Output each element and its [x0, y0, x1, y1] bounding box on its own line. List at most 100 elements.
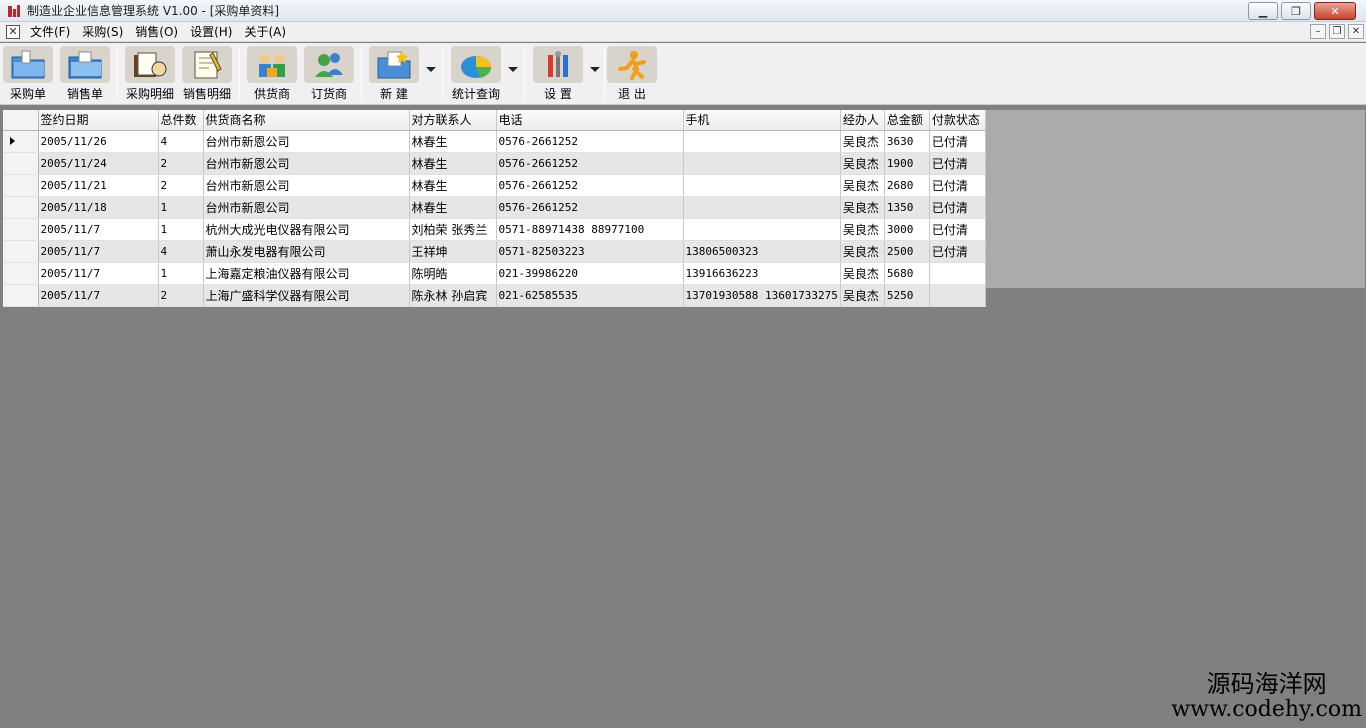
row-indicator[interactable] — [3, 174, 39, 197]
column-header[interactable]: 对方联系人 — [409, 110, 497, 131]
table-cell[interactable]: 13916636223 — [683, 262, 841, 285]
new-button[interactable]: 新 建 — [366, 46, 422, 102]
table-cell[interactable]: 0576-2661252 — [496, 152, 684, 175]
sales-detail-button[interactable]: 销售明细 — [179, 46, 235, 102]
menu-about[interactable]: 关于(A) — [238, 23, 292, 40]
table-cell[interactable]: 吴良杰 — [840, 130, 885, 153]
table-cell[interactable]: 已付清 — [929, 218, 986, 241]
column-header[interactable]: 手机 — [683, 110, 841, 131]
statistics-dropdown-arrow-icon[interactable] — [508, 67, 518, 72]
table-cell[interactable]: 林春生 — [409, 196, 497, 219]
row-indicator[interactable] — [3, 284, 39, 307]
settings-button[interactable]: 设 置 — [530, 46, 586, 102]
table-cell[interactable]: 上海广盛科学仪器有限公司 — [203, 284, 410, 307]
row-indicator[interactable] — [3, 152, 39, 175]
table-cell[interactable]: 上海嘉定粮油仪器有限公司 — [203, 262, 410, 285]
table-cell[interactable]: 吴良杰 — [840, 284, 885, 307]
table-cell[interactable]: 林春生 — [409, 130, 497, 153]
mdi-minimize-button[interactable]: – — [1310, 24, 1326, 39]
table-cell[interactable]: 5250 — [884, 284, 930, 307]
row-indicator[interactable] — [3, 130, 39, 153]
table-cell[interactable]: 台州市新恩公司 — [203, 130, 410, 153]
table-cell[interactable]: 4 — [158, 130, 204, 153]
table-cell[interactable]: 0576-2661252 — [496, 174, 684, 197]
table-cell[interactable]: 已付清 — [929, 196, 986, 219]
table-cell[interactable]: 1350 — [884, 196, 930, 219]
table-cell[interactable]: 陈明皓 — [409, 262, 497, 285]
table-cell[interactable]: 021-39986220 — [496, 262, 684, 285]
column-header[interactable]: 付款状态 — [929, 110, 986, 131]
menu-sales[interactable]: 销售(O) — [129, 23, 184, 40]
restore-button[interactable]: ❐ — [1281, 2, 1311, 20]
table-cell[interactable]: 台州市新恩公司 — [203, 174, 410, 197]
table-cell[interactable]: 林春生 — [409, 174, 497, 197]
table-cell[interactable]: 2005/11/7 — [38, 218, 159, 241]
table-cell[interactable]: 杭州大成光电仪器有限公司 — [203, 218, 410, 241]
settings-dropdown-arrow-icon[interactable] — [590, 67, 600, 72]
table-cell[interactable] — [683, 196, 841, 219]
column-header[interactable]: 电话 — [496, 110, 684, 131]
table-cell[interactable]: 陈永林 孙启宾 — [409, 284, 497, 307]
table-row[interactable]: 2005/11/7 1 上海嘉定粮油仪器有限公司 陈明皓 021-39986220 139… — [3, 262, 986, 285]
menu-purchase[interactable]: 采购(S) — [76, 23, 129, 40]
table-row[interactable]: 2005/11/7 2 上海广盛科学仪器有限公司 陈永林 孙启宾 021-6258553… — [3, 284, 986, 307]
table-cell[interactable]: 1 — [158, 196, 204, 219]
table-row[interactable]: 2005/11/24 2 台州市新恩公司 林春生 0576-2661252 吴良杰 1900… — [3, 152, 986, 175]
table-cell[interactable]: 王祥坤 — [409, 240, 497, 263]
mdi-close-button[interactable]: ✕ — [1348, 24, 1364, 39]
table-cell[interactable]: 13701930588 13601733275 — [683, 284, 841, 307]
supplier-button[interactable]: 供货商 — [244, 46, 300, 102]
menu-file[interactable]: 文件(F) — [24, 23, 76, 40]
table-cell[interactable]: 吴良杰 — [840, 262, 885, 285]
purchase-detail-button[interactable]: 采购明细 — [122, 46, 178, 102]
table-cell[interactable]: 5680 — [884, 262, 930, 285]
close-button[interactable]: ✕ — [1314, 2, 1356, 20]
table-cell[interactable] — [929, 262, 986, 285]
table-cell[interactable]: 已付清 — [929, 152, 986, 175]
table-cell[interactable] — [683, 130, 841, 153]
table-cell[interactable]: 021-62585535 — [496, 284, 684, 307]
table-cell[interactable]: 刘柏荣 张秀兰 — [409, 218, 497, 241]
table-cell[interactable]: 3000 — [884, 218, 930, 241]
table-cell[interactable]: 13806500323 — [683, 240, 841, 263]
table-cell[interactable]: 2 — [158, 284, 204, 307]
table-cell[interactable]: 2005/11/18 — [38, 196, 159, 219]
table-cell[interactable]: 2005/11/21 — [38, 174, 159, 197]
table-cell[interactable]: 1 — [158, 262, 204, 285]
customer-button[interactable]: 订货商 — [301, 46, 357, 102]
table-cell[interactable]: 3630 — [884, 130, 930, 153]
table-row[interactable]: 2005/11/21 2 台州市新恩公司 林春生 0576-2661252 吴良杰 2680… — [3, 174, 986, 197]
table-cell[interactable]: 2 — [158, 152, 204, 175]
table-row[interactable]: 2005/11/7 4 萧山永发电器有限公司 王祥坤 0571-82503223 1380… — [3, 240, 986, 263]
new-dropdown-arrow-icon[interactable] — [426, 67, 436, 72]
table-cell[interactable]: 4 — [158, 240, 204, 263]
table-cell[interactable]: 0576-2661252 — [496, 196, 684, 219]
table-cell[interactable]: 2005/11/24 — [38, 152, 159, 175]
table-cell[interactable] — [929, 284, 986, 307]
table-cell[interactable]: 台州市新恩公司 — [203, 196, 410, 219]
table-cell[interactable] — [683, 174, 841, 197]
column-header[interactable]: 供货商名称 — [203, 110, 410, 131]
table-cell[interactable]: 吴良杰 — [840, 240, 885, 263]
table-cell[interactable]: 0576-2661252 — [496, 130, 684, 153]
mdi-restore-button[interactable]: ❐ — [1329, 24, 1345, 39]
table-cell[interactable]: 2005/11/7 — [38, 284, 159, 307]
table-cell[interactable]: 吴良杰 — [840, 218, 885, 241]
table-cell[interactable] — [683, 218, 841, 241]
exit-button[interactable]: 退 出 — [604, 46, 660, 102]
menu-settings[interactable]: 设置(H) — [184, 23, 238, 40]
table-cell[interactable]: 2500 — [884, 240, 930, 263]
table-cell[interactable]: 2 — [158, 174, 204, 197]
table-cell[interactable]: 吴良杰 — [840, 152, 885, 175]
row-indicator[interactable] — [3, 262, 39, 285]
sales-order-button[interactable]: 销售单 — [57, 46, 113, 102]
minimize-button[interactable]: ▁ — [1248, 2, 1278, 20]
column-header[interactable]: 总件数 — [158, 110, 204, 131]
table-cell[interactable]: 1 — [158, 218, 204, 241]
table-cell[interactable]: 吴良杰 — [840, 196, 885, 219]
table-cell[interactable]: 2005/11/7 — [38, 262, 159, 285]
table-cell[interactable]: 已付清 — [929, 174, 986, 197]
row-indicator[interactable] — [3, 240, 39, 263]
column-header[interactable]: 总金额 — [884, 110, 930, 131]
table-row[interactable]: 2005/11/18 1 台州市新恩公司 林春生 0576-2661252 吴良杰 1350… — [3, 196, 986, 219]
